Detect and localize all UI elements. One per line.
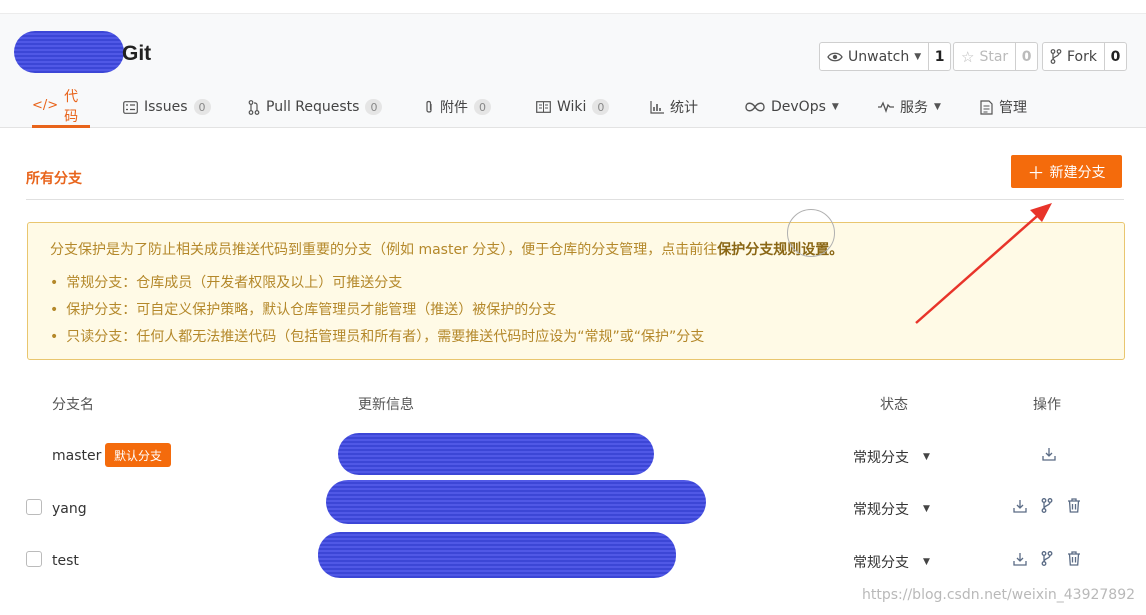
star-count[interactable]: 0 — [1015, 43, 1037, 70]
code-icon: </> — [32, 98, 59, 113]
column-header-update: 更新信息 — [358, 397, 414, 413]
column-header-status: 状态 — [880, 397, 908, 413]
pull-request-icon — [248, 99, 260, 115]
fork-button[interactable]: Fork 0 — [1042, 42, 1127, 71]
repo-header: Git Unwatch ▼ 1 ☆ Star 0 Fork 0 </> 代码 I… — [0, 0, 1146, 128]
notice-item: 保护分支：可自定义保护策略，默认仓库管理员才能管理（推送）被保护的分支 — [50, 300, 704, 327]
tab-label: Wiki — [557, 99, 587, 115]
tab-pull-requests[interactable]: Pull Requests 0 — [248, 86, 383, 128]
wiki-count-badge: 0 — [592, 99, 610, 115]
branch-name-link[interactable]: test — [52, 553, 79, 569]
status-value: 常规分支 — [853, 450, 909, 466]
branch-protection-notice: 分支保护是为了防止相关成员推送代码到重要的分支（例如 master 分支），便于… — [27, 222, 1125, 360]
tab-label: 代码 — [64, 88, 79, 125]
branch-checkbox[interactable] — [26, 551, 42, 567]
cursor-highlight-ring — [787, 209, 835, 257]
fork-icon — [1050, 49, 1062, 64]
caret-down-icon: ▼ — [923, 504, 930, 514]
column-header-name: 分支名 — [52, 397, 94, 413]
issues-icon — [123, 100, 138, 114]
branch-name-link[interactable]: master — [52, 448, 101, 464]
branch-status-select[interactable]: 常规分支 ▼ — [853, 499, 930, 519]
tab-statistics[interactable]: 统计 — [650, 86, 698, 128]
download-icon[interactable] — [1042, 447, 1056, 461]
caret-down-icon: ▼ — [831, 102, 839, 112]
row-actions — [1042, 447, 1056, 461]
new-branch-label: 新建分支 — [1049, 164, 1106, 181]
issues-count-badge: 0 — [193, 99, 211, 115]
tab-label: 管理 — [999, 100, 1027, 116]
caret-down-icon: ▼ — [934, 102, 941, 112]
watermark: https://blog.csdn.net/weixin_43927892 — [862, 587, 1136, 603]
trash-icon[interactable] — [1067, 551, 1081, 566]
star-label: Star — [979, 48, 1009, 65]
caret-down-icon: ▼ — [923, 557, 930, 567]
column-header-ops: 操作 — [1033, 397, 1061, 413]
new-branch-button[interactable]: ＋ 新建分支 — [1011, 155, 1122, 188]
branch-checkbox[interactable] — [26, 499, 42, 515]
eye-icon — [827, 52, 843, 61]
tab-wiki[interactable]: Wiki 0 — [536, 86, 610, 128]
section-divider — [26, 199, 1124, 200]
star-button[interactable]: ☆ Star 0 — [953, 42, 1039, 71]
paperclip-icon — [426, 100, 432, 113]
infinity-icon — [745, 102, 765, 112]
download-icon[interactable] — [1013, 552, 1027, 566]
row-actions — [1013, 551, 1081, 566]
unwatch-label: Unwatch — [848, 48, 910, 65]
default-branch-tag: 默认分支 — [105, 443, 172, 467]
redacted-update-info — [326, 480, 706, 524]
tab-code[interactable]: </> 代码 — [32, 86, 90, 128]
plus-icon: ＋ — [1027, 164, 1045, 184]
redacted-owner-name — [14, 31, 124, 73]
download-icon[interactable] — [1013, 499, 1027, 513]
status-value: 常规分支 — [853, 555, 909, 571]
repo-nav: </> 代码 Issues 0 Pull Requests 0 附件 0 Wik… — [0, 86, 1146, 128]
fork-count[interactable]: 0 — [1103, 43, 1126, 70]
branch-status-select[interactable]: 常规分支 ▼ — [853, 447, 930, 467]
branch-status-select[interactable]: 常规分支 ▼ — [853, 552, 930, 572]
row-actions — [1013, 498, 1081, 513]
notice-list: 常规分支：仓库成员（开发者权限及以上）可推送分支 保护分支：可自定义保护策略，默… — [50, 273, 704, 354]
tab-label: 统计 — [670, 100, 698, 116]
tab-label: 附件 — [440, 100, 468, 116]
merge-branch-icon[interactable] — [1041, 498, 1053, 513]
fork-label: Fork — [1067, 48, 1097, 65]
tab-label: Issues — [144, 99, 188, 115]
section-title: 所有分支 — [26, 171, 82, 187]
redacted-update-info — [318, 532, 676, 578]
redacted-update-info — [338, 433, 654, 475]
notice-intro: 分支保护是为了防止相关成员推送代码到重要的分支（例如 master 分支），便于… — [50, 239, 843, 259]
bar-chart-icon — [650, 100, 664, 114]
tab-issues[interactable]: Issues 0 — [123, 86, 211, 128]
tab-services[interactable]: 服务 ▼ — [878, 86, 941, 128]
star-icon: ☆ — [961, 47, 975, 66]
tab-manage[interactable]: 管理 — [980, 86, 1027, 128]
merge-branch-icon[interactable] — [1041, 551, 1053, 566]
tab-attachments[interactable]: 附件 0 — [424, 86, 491, 128]
notice-item: 常规分支：仓库成员（开发者权限及以上）可推送分支 — [50, 273, 704, 300]
notice-item: 只读分支：任何人都无法推送代码（包括管理员和所有者），需要推送代码时应设为“常规… — [50, 327, 704, 354]
unwatch-button[interactable]: Unwatch ▼ 1 — [819, 42, 952, 71]
tab-label: DevOps — [771, 99, 826, 115]
branch-name-link[interactable]: yang — [52, 501, 87, 517]
notice-intro-text: 分支保护是为了防止相关成员推送代码到重要的分支（例如 master 分支），便于… — [50, 242, 718, 258]
status-value: 常规分支 — [853, 502, 909, 518]
tab-devops[interactable]: DevOps ▼ — [745, 86, 839, 128]
repo-title[interactable]: Git — [122, 42, 151, 66]
watch-count[interactable]: 1 — [928, 43, 950, 70]
trash-icon[interactable] — [1067, 498, 1081, 513]
top-strip — [0, 0, 1146, 14]
pulse-icon — [878, 101, 894, 113]
tab-label: 服务 — [900, 100, 928, 116]
book-icon — [536, 101, 551, 113]
document-settings-icon — [980, 99, 993, 115]
tab-label: Pull Requests — [266, 99, 360, 115]
caret-down-icon: ▼ — [914, 51, 922, 62]
attachments-count-badge: 0 — [474, 99, 491, 115]
pr-count-badge: 0 — [365, 99, 383, 115]
caret-down-icon: ▼ — [923, 452, 930, 462]
